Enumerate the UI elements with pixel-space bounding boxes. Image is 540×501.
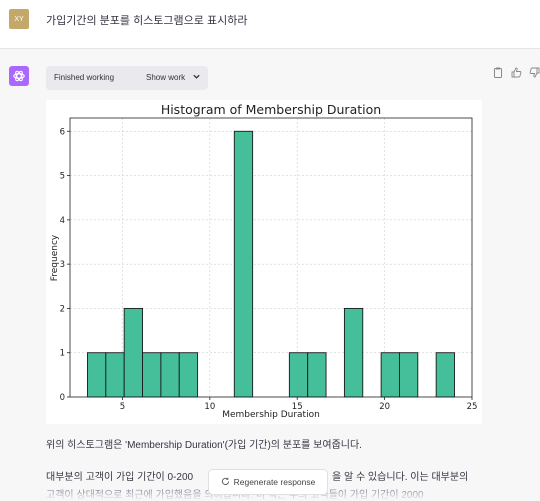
histogram-bar — [343, 307, 364, 398]
regenerate-button[interactable]: Regenerate response — [208, 469, 328, 495]
finished-working-label: Finished working — [54, 73, 115, 82]
response-paragraph-2-end: 을 알 수 있습니다. 이는 대부분의 — [332, 472, 469, 483]
user-avatar: XY — [9, 9, 29, 29]
histogram-svg: Histogram of Membership Duration 5 10 15 20… — [50, 102, 478, 420]
histogram-bar — [307, 352, 327, 398]
thumbs-up-icon[interactable] — [510, 66, 522, 78]
response-paragraph-2-start: 대부분의 고객이 가입 기간이 0-200 — [46, 472, 194, 483]
x-tick-label: 5 — [120, 402, 125, 412]
histogram-bar — [160, 352, 180, 398]
finished-working-toggle[interactable]: Finished working Show work — [46, 66, 208, 90]
y-tick-label: 2 — [60, 304, 65, 314]
histogram-bar — [380, 352, 400, 398]
y-tick-label: 4 — [60, 216, 65, 226]
histogram-bar — [123, 307, 143, 398]
show-work-label: Show work — [146, 73, 186, 82]
histogram-bar — [105, 352, 125, 398]
histogram-bar — [399, 352, 419, 398]
y-tick-label: 5 — [60, 172, 65, 182]
chart-title: Histogram of Membership Duration — [161, 102, 381, 117]
clipboard-icon[interactable] — [492, 66, 504, 78]
refresh-icon — [221, 477, 230, 488]
histogram-bar — [435, 352, 455, 398]
histogram-bar — [233, 130, 254, 398]
thumbs-down-icon[interactable] — [528, 66, 540, 78]
user-message: 가입기간의 분포를 히스토그램으로 표시하라 — [46, 15, 248, 27]
assistant-avatar — [9, 66, 29, 86]
histogram-bar — [142, 352, 162, 398]
y-tick-label: 6 — [60, 127, 65, 137]
histogram-chart: Histogram of Membership Duration 5 10 15 20… — [46, 100, 482, 424]
y-tick-label: 0 — [60, 393, 65, 403]
regenerate-label: Regenerate response — [233, 477, 316, 487]
histogram-bar — [288, 352, 309, 398]
chevron-down-icon — [192, 72, 201, 83]
user-message-row: XY 가입기간의 분포를 히스토그램으로 표시하라 — [0, 0, 540, 49]
y-tick-label: 1 — [60, 349, 65, 359]
openai-logo-icon — [13, 70, 25, 82]
response-paragraph-1: 위의 히스토그램은 'Membership Duration'(가입 기간)의 … — [46, 440, 362, 451]
x-tick-label: 25 — [467, 402, 478, 412]
message-actions — [492, 66, 540, 78]
x-tick-label: 10 — [204, 402, 215, 412]
histogram-bar — [87, 352, 107, 398]
histogram-bar — [178, 352, 199, 398]
x-axis-label: Membership Duration — [222, 410, 320, 420]
y-axis-label: Frequency — [50, 234, 60, 281]
x-tick-label: 20 — [379, 402, 390, 412]
y-tick-label: 3 — [60, 260, 65, 270]
